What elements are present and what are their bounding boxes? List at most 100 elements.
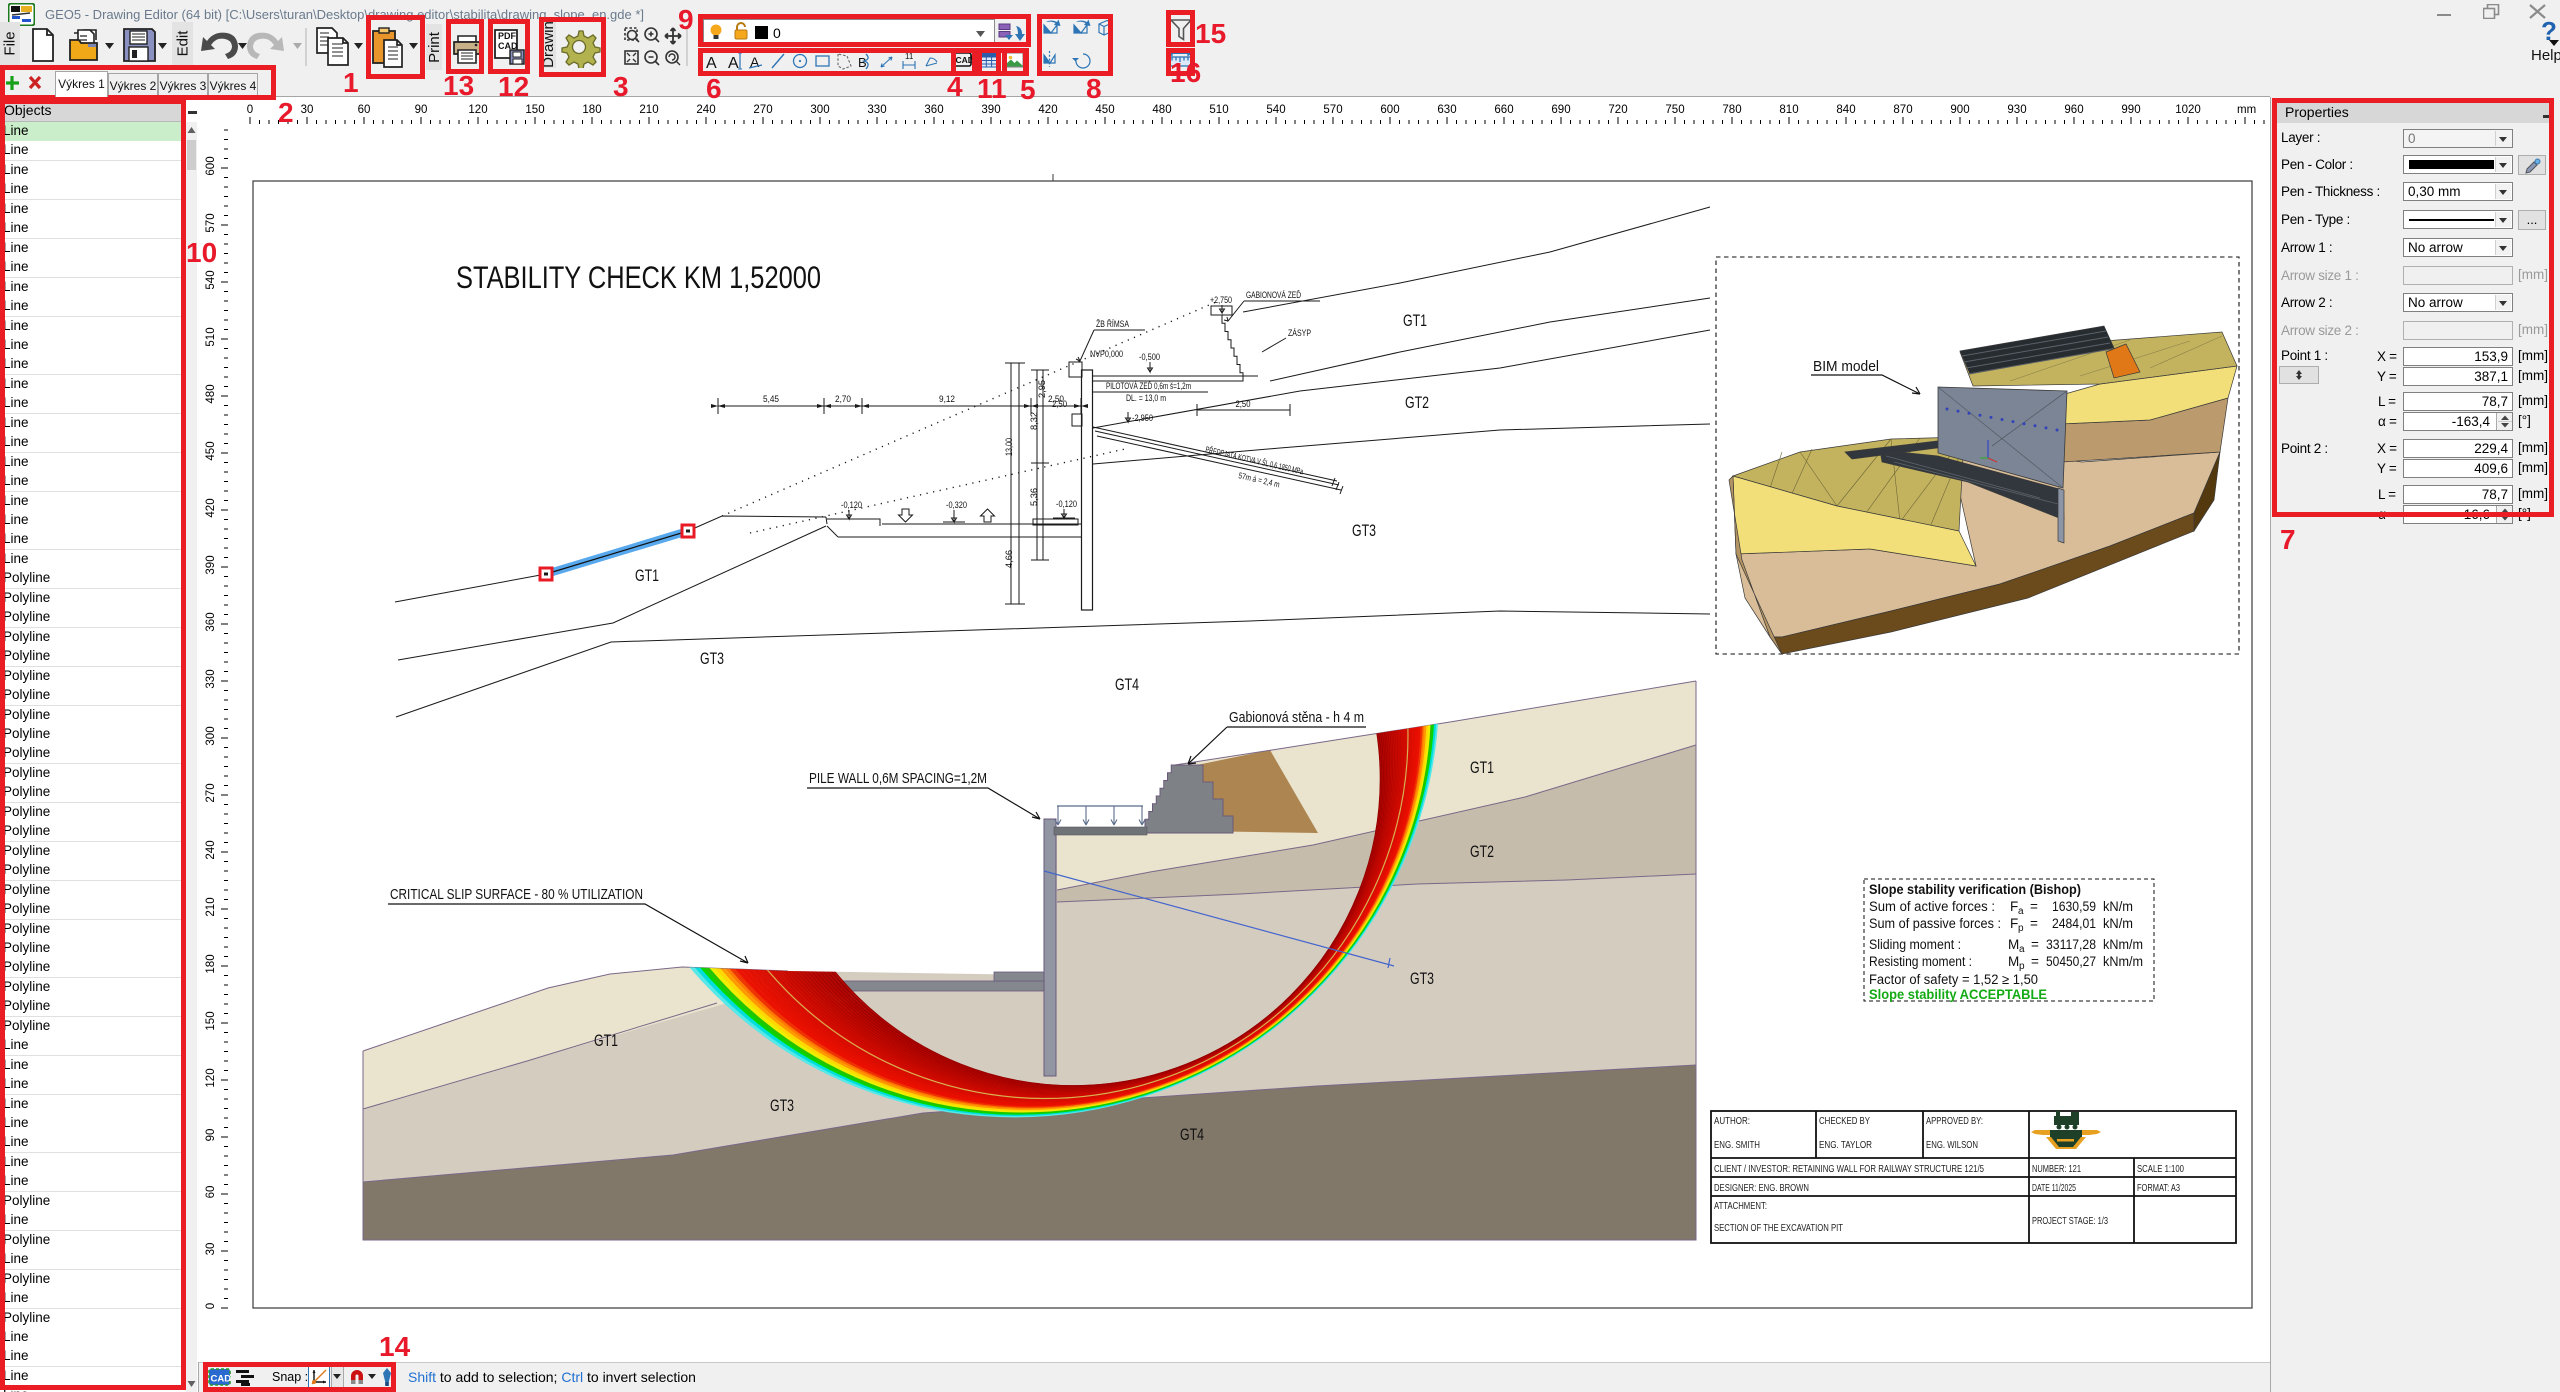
svg-text:120: 120 — [205, 1068, 217, 1087]
svg-text:PROJECT STAGE: 1/3: PROJECT STAGE: 1/3 — [2032, 1215, 2108, 1227]
svg-text:300: 300 — [810, 104, 829, 116]
svg-text:150: 150 — [525, 104, 544, 116]
svg-text:90: 90 — [415, 104, 428, 116]
svg-text:M: M — [2008, 954, 2019, 969]
svg-text:480: 480 — [1152, 104, 1171, 116]
svg-text:BIM model: BIM model — [1813, 358, 1879, 375]
svg-text:0: 0 — [247, 104, 253, 116]
svg-text:180: 180 — [205, 954, 217, 973]
svg-text:-2,950: -2,950 — [1132, 413, 1153, 423]
svg-text:GT1: GT1 — [1470, 759, 1494, 777]
svg-text:90: 90 — [205, 1129, 217, 1142]
svg-text:a: a — [2018, 906, 2024, 917]
svg-text:GT1: GT1 — [635, 567, 659, 585]
svg-text:kN/m: kN/m — [2103, 899, 2133, 914]
svg-text:Slope stability verification (: Slope stability verification (Bishop) — [1869, 882, 2081, 897]
svg-text:510: 510 — [1209, 104, 1228, 116]
svg-text:150: 150 — [205, 1011, 217, 1030]
svg-text:0: 0 — [205, 1303, 217, 1309]
svg-text:240: 240 — [696, 104, 715, 116]
svg-text:390: 390 — [981, 104, 1000, 116]
svg-text:-0,120: -0,120 — [841, 500, 862, 510]
svg-text:9,12: 9,12 — [939, 394, 955, 404]
svg-text:PILOTOVÁ ZEĎ 0,6m š=1,2m: PILOTOVÁ ZEĎ 0,6m š=1,2m — [1106, 381, 1191, 391]
svg-text:APPROVED BY:: APPROVED BY: — [1926, 1115, 1983, 1127]
svg-text:SECTION OF THE EXCAVATION PIT: SECTION OF THE EXCAVATION PIT — [1714, 1222, 1843, 1234]
svg-text:2,70: 2,70 — [835, 394, 851, 404]
svg-text:810: 810 — [1779, 104, 1798, 116]
svg-text:M: M — [2008, 937, 2019, 952]
svg-text:960: 960 — [2064, 104, 2083, 116]
svg-text:DATE 11/2025: DATE 11/2025 — [2032, 1182, 2076, 1194]
svg-text:+2,750: +2,750 — [1210, 295, 1232, 305]
svg-text:270: 270 — [205, 783, 217, 802]
svg-text:570: 570 — [1323, 104, 1342, 116]
svg-text:GT4: GT4 — [1180, 1126, 1204, 1144]
svg-text:PILE WALL 0,6M SPACING=1,2M: PILE WALL 0,6M SPACING=1,2M — [809, 770, 987, 787]
svg-text:2,95: 2,95 — [1037, 380, 1047, 398]
svg-text:GT2: GT2 — [1470, 843, 1494, 861]
svg-text:-0,120: -0,120 — [1056, 499, 1077, 509]
svg-text:Slope stability ACCEPTABLE: Slope stability ACCEPTABLE — [1869, 987, 2047, 1002]
svg-text:GT1: GT1 — [1403, 312, 1427, 330]
svg-text:NUMBER: 121: NUMBER: 121 — [2032, 1163, 2081, 1175]
svg-text:GT3: GT3 — [700, 650, 724, 668]
svg-text:=: = — [2030, 899, 2038, 914]
svg-text:ENG. WILSON: ENG. WILSON — [1926, 1139, 1978, 1151]
svg-text:Sum of active forces :: Sum of active forces : — [1869, 899, 1995, 914]
svg-text:ENG. TAYLOR: ENG. TAYLOR — [1819, 1139, 1872, 1151]
svg-text:CHECKED BY: CHECKED BY — [1819, 1115, 1870, 1127]
svg-text:33117,28: 33117,28 — [2046, 937, 2096, 952]
svg-text:DESIGNER: ENG. BROWN: DESIGNER: ENG. BROWN — [1714, 1182, 1809, 1194]
svg-text:13,00: 13,00 — [1004, 438, 1014, 456]
svg-text:Resisting moment :: Resisting moment : — [1869, 954, 1972, 969]
svg-text:Gabionová stěna - h 4 m: Gabionová stěna - h 4 m — [1229, 709, 1364, 726]
svg-text:=: = — [2031, 954, 2039, 969]
svg-text:360: 360 — [924, 104, 943, 116]
svg-text:FORMAT: A3: FORMAT: A3 — [2137, 1182, 2180, 1194]
svg-text:F: F — [2010, 916, 2018, 931]
svg-text:420: 420 — [205, 498, 217, 517]
svg-text:570: 570 — [205, 213, 217, 232]
svg-text:30: 30 — [301, 104, 314, 116]
svg-text:330: 330 — [867, 104, 886, 116]
svg-text:AUTHOR:: AUTHOR: — [1714, 1115, 1750, 1127]
svg-text:600: 600 — [1380, 104, 1399, 116]
svg-text:a: a — [2019, 944, 2025, 955]
svg-text:690: 690 — [1551, 104, 1570, 116]
svg-text:1020: 1020 — [2175, 104, 2201, 116]
svg-text:2484,01: 2484,01 — [2052, 916, 2096, 931]
svg-text:450: 450 — [1095, 104, 1114, 116]
svg-text:mm: mm — [2237, 104, 2256, 116]
svg-text:390: 390 — [205, 555, 217, 574]
svg-text:5,36: 5,36 — [1029, 488, 1039, 506]
svg-text:GT1: GT1 — [594, 1032, 618, 1050]
svg-text:NVP0,000: NVP0,000 — [1090, 349, 1123, 359]
svg-text:330: 330 — [205, 669, 217, 688]
svg-text:ENG. SMITH: ENG. SMITH — [1714, 1139, 1760, 1151]
svg-text:=: = — [2030, 916, 2038, 931]
svg-text:SCALE 1:100: SCALE 1:100 — [2137, 1163, 2184, 1175]
svg-text:GT2: GT2 — [1405, 394, 1429, 412]
svg-text:ZÁSYP: ZÁSYP — [1288, 328, 1311, 338]
svg-text:-0,500: -0,500 — [1139, 352, 1160, 362]
svg-text:kN/m: kN/m — [2103, 916, 2133, 931]
svg-text:180: 180 — [582, 104, 601, 116]
svg-text:4,66: 4,66 — [1004, 550, 1014, 568]
svg-text:600: 600 — [205, 156, 217, 175]
svg-text:Factor of safety = 1,52 ≥ 1,50: Factor of safety = 1,52 ≥ 1,50 — [1869, 972, 2038, 987]
svg-text:780: 780 — [1722, 104, 1741, 116]
svg-text:GT3: GT3 — [1410, 970, 1434, 988]
svg-text:CRITICAL SLIP SURFACE - 80 % U: CRITICAL SLIP SURFACE - 80 % UTILIZATION — [390, 886, 643, 903]
svg-text:2,50: 2,50 — [1236, 399, 1251, 409]
svg-text:120: 120 — [468, 104, 487, 116]
svg-text:5,45: 5,45 — [763, 394, 779, 404]
svg-text:210: 210 — [205, 897, 217, 916]
svg-text:-0,320: -0,320 — [946, 500, 967, 510]
svg-text:210: 210 — [639, 104, 658, 116]
svg-text:Sum of passive forces :: Sum of passive forces : — [1869, 916, 2001, 931]
svg-text:750: 750 — [1665, 104, 1684, 116]
svg-text:60: 60 — [358, 104, 371, 116]
svg-text:=: = — [2031, 937, 2039, 952]
svg-text:420: 420 — [1038, 104, 1057, 116]
